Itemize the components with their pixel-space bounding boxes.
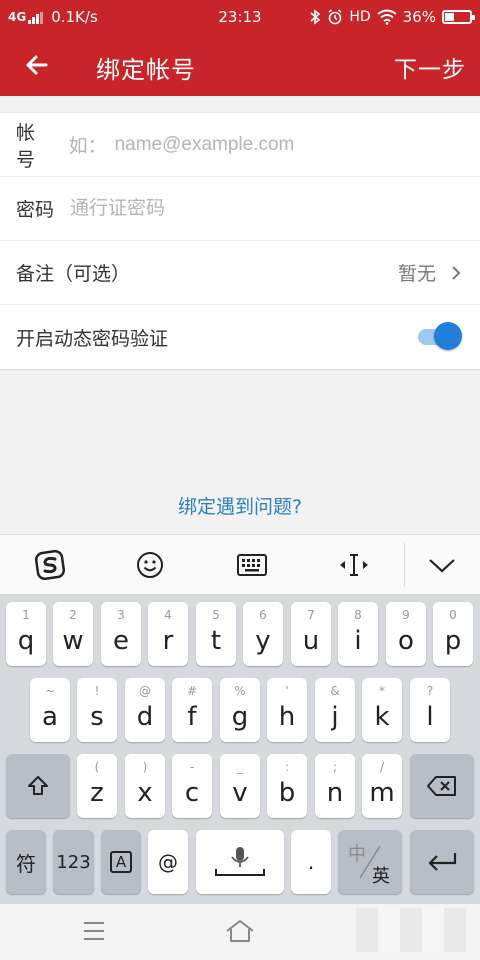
key-a[interactable]: ~ a — [30, 678, 70, 742]
collapse-keyboard-icon[interactable] — [424, 547, 460, 583]
key-u[interactable]: 7u — [291, 602, 331, 666]
backspace-key[interactable] — [410, 754, 474, 818]
shift-icon — [28, 776, 48, 795]
dynamic-password-row: 开启动态密码验证 — [0, 305, 480, 369]
key-c[interactable]: -c — [172, 754, 212, 818]
blurred-region — [356, 908, 466, 952]
key-t[interactable]: 5t — [196, 602, 236, 666]
soft-keyboard: 1q 2w 3e 4r 5t 6y 7u 8i 9o 0p ~ a ! s @ d #… — [0, 594, 480, 904]
key-q[interactable]: 1q — [6, 602, 46, 666]
binding-help-link[interactable]: 绑定遇到问题? — [0, 492, 480, 519]
chevron-right-icon — [452, 266, 461, 280]
keyboard-toolbar — [0, 534, 480, 594]
boxed-a-icon: A — [110, 851, 132, 873]
key-r[interactable]: 4r — [148, 602, 188, 666]
key-v[interactable]: _ v — [220, 754, 260, 818]
alarm-icon — [328, 9, 342, 25]
key-w[interactable]: 2w — [53, 602, 93, 666]
bluetooth-icon — [310, 9, 321, 25]
wifi-icon — [377, 9, 397, 25]
backspace-icon — [427, 776, 456, 796]
account-row: 帐号 如： — [0, 113, 480, 177]
note-row[interactable]: 备注（可选） 暂无 — [0, 241, 480, 305]
password-row: 密码 — [0, 177, 480, 241]
page-title: 绑定帐号 — [96, 56, 196, 84]
key-d[interactable]: @ d — [125, 678, 165, 742]
dynamic-password-toggle[interactable] — [418, 321, 462, 351]
microphone-space-icon — [215, 847, 265, 876]
menu-icon[interactable] — [82, 920, 106, 942]
back-arrow-icon[interactable] — [20, 48, 54, 82]
password-label: 密码 — [16, 199, 55, 221]
key-h[interactable]: ' h — [267, 678, 307, 742]
battery-percent: 36% — [402, 8, 436, 26]
font-mode-key[interactable]: A — [101, 830, 141, 894]
enter-key[interactable] — [410, 830, 474, 894]
key-f[interactable]: # f — [172, 678, 212, 742]
at-key[interactable]: @ — [148, 830, 188, 894]
numbers-key[interactable]: 123 — [53, 830, 94, 894]
account-hint-prefix: 如： — [68, 135, 107, 157]
key-n[interactable]: ; n — [315, 754, 355, 818]
key-z[interactable]: (z — [77, 754, 117, 818]
toolbar-divider — [404, 543, 405, 587]
sogou-logo-icon[interactable] — [32, 547, 68, 583]
hd-badge: HD — [349, 9, 371, 25]
period-key[interactable]: . — [291, 830, 331, 894]
system-nav-bar — [0, 904, 480, 960]
battery-icon — [442, 10, 475, 24]
key-i[interactable]: 8i — [338, 602, 378, 666]
key-j[interactable]: & j — [315, 678, 355, 742]
bind-account-form: 帐号 如： 密码 备注（可选） 暂无 开启动态密码验证 — [0, 112, 480, 370]
enter-icon — [428, 853, 457, 871]
space-key[interactable] — [196, 830, 284, 894]
language-switch-key[interactable]: 中 英 — [338, 830, 402, 894]
key-y[interactable]: 6y — [243, 602, 283, 666]
home-icon[interactable] — [224, 918, 256, 944]
app-bar: 绑定帐号 下一步 — [0, 34, 480, 96]
emoji-icon[interactable] — [132, 547, 168, 583]
key-m[interactable]: / m — [362, 754, 402, 818]
next-step-button[interactable]: 下一步 — [394, 50, 466, 84]
status-bar: 4G 0.1K/s 23:13 HD 36% — [0, 0, 480, 34]
dynamic-password-label: 开启动态密码验证 — [16, 327, 169, 350]
shift-key[interactable] — [6, 754, 70, 818]
key-e[interactable]: 3e — [101, 602, 141, 666]
keyboard-icon[interactable] — [234, 547, 270, 583]
key-o[interactable]: 9o — [386, 602, 426, 666]
key-g[interactable]: % g — [220, 678, 260, 742]
key-s[interactable]: ! s — [77, 678, 117, 742]
symbols-key[interactable]: 符 — [6, 830, 46, 894]
key-b[interactable]: :b — [267, 754, 307, 818]
toggle-knob — [434, 322, 462, 350]
key-x[interactable]: ) x — [125, 754, 165, 818]
lang-english-label: 英 — [372, 866, 390, 887]
cursor-move-icon[interactable] — [336, 547, 372, 583]
password-input[interactable] — [70, 197, 451, 220]
key-k[interactable]: * k — [362, 678, 402, 742]
account-label: 帐号 — [16, 121, 36, 171]
note-label: 备注（可选） — [16, 263, 131, 285]
account-input[interactable] — [114, 133, 480, 156]
key-p[interactable]: 0p — [433, 602, 473, 666]
note-value: 暂无 — [397, 263, 436, 285]
key-l[interactable]: ? l — [410, 678, 450, 742]
